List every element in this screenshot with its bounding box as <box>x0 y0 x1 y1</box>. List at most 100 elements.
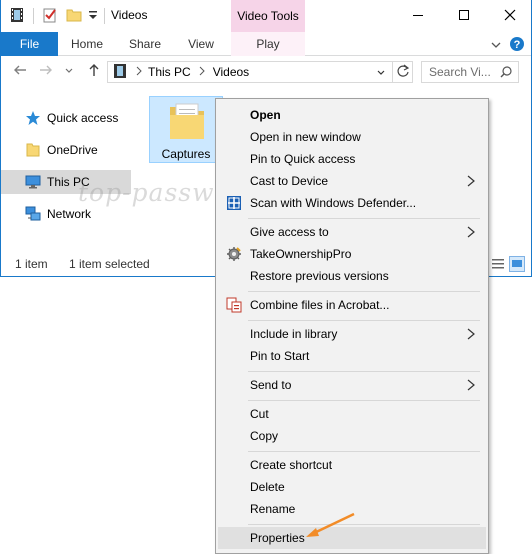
menu-separator <box>248 320 480 321</box>
menu-item-restore-previous[interactable]: Restore previous versions <box>218 265 486 287</box>
expand-ribbon-icon[interactable] <box>491 39 501 53</box>
menu-item-label: Restore previous versions <box>250 269 389 283</box>
tab-play[interactable]: Play <box>231 32 305 56</box>
nav-item-onedrive[interactable]: OneDrive <box>1 138 131 162</box>
nav-item-label: Quick access <box>47 111 119 125</box>
up-arrow-icon <box>86 62 102 83</box>
large-icons-view-icon[interactable] <box>509 256 525 272</box>
svg-text:?: ? <box>514 39 521 51</box>
menu-item-label: Cut <box>250 407 269 421</box>
forward-button[interactable] <box>37 62 55 82</box>
forward-arrow-icon <box>38 62 54 83</box>
address-history-chevron-icon[interactable] <box>376 67 386 81</box>
menu-item-label: Scan with Windows Defender... <box>250 196 417 210</box>
menu-item-include-library[interactable]: Include in library <box>218 323 486 345</box>
breadcrumb-separator-icon <box>136 65 142 79</box>
menu-item-scan-defender[interactable]: Scan with Windows Defender... <box>218 192 486 214</box>
menu-separator <box>248 291 480 292</box>
chevron-down-icon <box>64 63 74 81</box>
properties-check-icon[interactable] <box>42 7 58 26</box>
minimize-icon <box>412 9 424 24</box>
maximize-button[interactable] <box>441 0 487 32</box>
new-folder-icon[interactable] <box>66 7 82 26</box>
context-menu: Open Open in new window Pin to Quick acc… <box>215 98 489 554</box>
menu-item-label: Copy <box>250 429 279 443</box>
acrobat-icon <box>226 297 242 313</box>
selection-count: 1 item selected <box>69 257 150 271</box>
customize-qat-icon[interactable] <box>88 7 98 26</box>
folder-label: Captures <box>161 147 211 161</box>
search-box[interactable]: Search Vi... <box>421 61 519 83</box>
submenu-arrow-icon <box>466 378 476 392</box>
menu-item-takeownershippro[interactable]: TakeOwnershipPro <box>218 243 486 265</box>
menu-item-label: Include in library <box>250 327 338 341</box>
menu-separator <box>248 218 480 219</box>
tab-share[interactable]: Share <box>121 32 169 56</box>
folder-icon <box>25 142 41 158</box>
tab-view[interactable]: View <box>177 32 225 56</box>
submenu-arrow-icon <box>466 225 476 239</box>
details-view-icon[interactable] <box>491 257 505 274</box>
folder-icon <box>168 101 206 144</box>
film-icon <box>9 7 25 26</box>
menu-separator <box>248 451 480 452</box>
gear-icon <box>226 246 242 262</box>
menu-item-copy[interactable]: Copy <box>218 425 486 447</box>
menu-separator <box>248 524 480 525</box>
address-bar[interactable]: This PC Videos <box>107 61 413 83</box>
window-title: Videos <box>111 8 148 22</box>
title-bar: Videos Video Tools <box>1 0 531 32</box>
navigation-pane: Quick access OneDrive This PC Network <box>1 96 131 246</box>
back-button[interactable] <box>11 62 29 82</box>
menu-item-cast-to-device[interactable]: Cast to Device <box>218 170 486 192</box>
menu-separator <box>248 371 480 372</box>
menu-item-label: Rename <box>250 502 296 516</box>
menu-item-pin-quick-access[interactable]: Pin to Quick access <box>218 148 486 170</box>
back-arrow-icon <box>12 62 28 83</box>
videos-library-icon <box>112 63 128 82</box>
menu-item-open-new-window[interactable]: Open in new window <box>218 126 486 148</box>
tab-home[interactable]: Home <box>63 32 111 56</box>
pointer-arrow-icon <box>306 512 355 537</box>
submenu-arrow-icon <box>466 174 476 188</box>
ribbon-tabs: File Home Share View Play ? <box>1 32 531 56</box>
menu-item-open[interactable]: Open <box>218 104 486 126</box>
computer-icon <box>25 174 41 190</box>
contextual-tab-group-label: Video Tools <box>231 0 305 32</box>
nav-item-quick-access[interactable]: Quick access <box>1 106 131 130</box>
ribbon-controls: ? <box>491 36 525 55</box>
minimize-button[interactable] <box>395 0 441 32</box>
nav-item-label: OneDrive <box>47 143 98 157</box>
menu-item-combine-acrobat[interactable]: Combine files in Acrobat... <box>218 294 486 316</box>
menu-item-label: Give access to <box>250 225 329 239</box>
menu-item-give-access[interactable]: Give access to <box>218 221 486 243</box>
menu-item-label: Pin to Quick access <box>250 152 356 166</box>
breadcrumb-videos[interactable]: Videos <box>213 65 249 79</box>
menu-item-send-to[interactable]: Send to <box>218 374 486 396</box>
menu-item-label: Cast to Device <box>250 174 329 188</box>
menu-item-delete[interactable]: Delete <box>218 476 486 498</box>
menu-item-label: Combine files in Acrobat... <box>250 298 390 312</box>
help-icon[interactable]: ? <box>509 36 525 55</box>
menu-item-label: Properties <box>250 531 305 545</box>
search-icon <box>500 66 512 81</box>
recent-locations-button[interactable] <box>63 62 75 82</box>
refresh-icon[interactable] <box>396 64 410 81</box>
menu-item-label: Open <box>250 108 281 122</box>
quick-access-toolbar <box>9 6 111 26</box>
up-button[interactable] <box>85 62 103 82</box>
breadcrumb-separator-icon <box>199 65 205 79</box>
close-button[interactable] <box>487 0 531 32</box>
folder-item-captures[interactable]: Captures <box>149 96 223 163</box>
item-count: 1 item <box>15 257 48 271</box>
nav-item-label: Network <box>47 207 92 221</box>
menu-item-create-shortcut[interactable]: Create shortcut <box>218 454 486 476</box>
breadcrumb-this-pc[interactable]: This PC <box>148 65 191 79</box>
tab-file[interactable]: File <box>1 32 58 56</box>
menu-item-pin-start[interactable]: Pin to Start <box>218 345 486 367</box>
maximize-icon <box>458 9 470 24</box>
menu-item-cut[interactable]: Cut <box>218 403 486 425</box>
star-icon <box>25 110 41 126</box>
menu-item-label: Delete <box>250 480 285 494</box>
menu-separator <box>248 400 480 401</box>
